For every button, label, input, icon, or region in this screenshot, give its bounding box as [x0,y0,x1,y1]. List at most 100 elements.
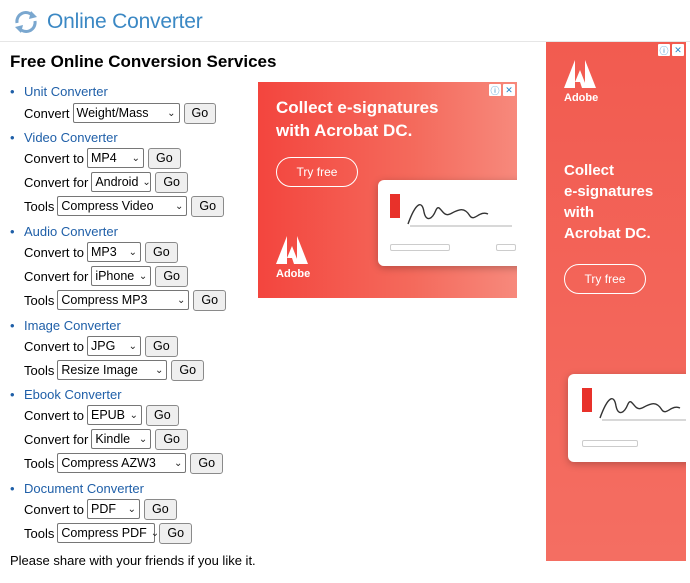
unit-go-button[interactable]: Go [183,102,217,124]
audio-tools-go-button[interactable]: Go [193,289,227,311]
ad-choices[interactable]: ⓘ ✕ [658,44,684,56]
chevron-down-icon: ⌄ [129,409,138,421]
video-format-select[interactable]: MP4 ⌄ [86,148,144,168]
try-free-button[interactable]: Try free [276,157,358,187]
ebook-tools-row: Tools Compress AZW3 ⌄ Go [24,452,224,474]
image-convert-to-row: Convert to JPG ⌄ Go [24,335,178,357]
document-convert-to-row: Convert to PDF ⌄ Go [24,498,177,520]
video-convert-for-row: Convert for Android ⌄ Go [24,171,188,193]
ad-info-icon[interactable]: ⓘ [658,44,670,56]
image-tools-select[interactable]: Resize Image ⌄ [57,360,168,380]
chevron-down-icon: ⌄ [128,340,137,352]
audio-convert-to-row: Convert to MP3 ⌄ Go [24,241,178,263]
row-label: Convert for [24,431,89,447]
row-label: Tools [24,198,55,214]
video-device-go-button[interactable]: Go [155,171,188,193]
refresh-logo-icon[interactable] [12,8,40,36]
document-tools-go-button[interactable]: Go [159,522,193,544]
ebook-device-go-button[interactable]: Go [155,428,188,450]
chevron-down-icon: ⌄ [154,364,164,376]
ebook-convert-to-row: Convert to EPUB ⌄ Go [24,404,179,426]
ad-headline: Collect e-signatures [276,98,439,117]
ad-info-icon[interactable]: ⓘ [489,84,501,96]
bullet: • [10,224,15,239]
ebook-convert-for-row: Convert for Kindle ⌄ Go [24,428,188,450]
adobe-logo-icon [564,60,596,88]
unit-select[interactable]: Weight/Mass ⌄ [72,103,180,123]
chevron-down-icon: ⌄ [173,457,183,469]
bullet: • [10,318,15,333]
document-convert-go-button[interactable]: Go [143,498,177,520]
image-converter-link[interactable]: Image Converter [24,318,121,333]
ebook-converter-link[interactable]: Ebook Converter [24,387,122,402]
row-label: Tools [24,292,55,308]
chevron-down-icon: ⌄ [174,200,184,212]
chevron-down-icon: ⌄ [127,503,136,515]
row-label: Convert to [24,244,84,260]
chevron-down-icon: ⌄ [128,246,137,258]
image-tools-row: Tools Resize Image ⌄ Go [24,359,205,381]
audio-convert-go-button[interactable]: Go [144,241,178,263]
ad-headline: e-signatures [564,183,654,200]
row-label: Convert to [24,338,84,354]
try-free-button[interactable]: Try free [564,264,646,294]
video-tools-go-button[interactable]: Go [191,195,225,217]
unit-converter-link[interactable]: Unit Converter [24,84,108,99]
row-label: Convert [24,105,70,121]
ad-close-icon[interactable]: ✕ [672,44,684,56]
ad-choices[interactable]: ⓘ ✕ [489,84,515,96]
audio-convert-for-row: Convert for iPhone ⌄ Go [24,265,188,287]
acrobat-skyscraper-ad[interactable]: ⓘ ✕ Adobe Collect e-signatures with Acro… [546,42,686,561]
chevron-down-icon: ⌄ [138,433,148,445]
video-device-select[interactable]: Android ⌄ [91,172,152,192]
document-tools-select[interactable]: Compress PDF ⌄ [57,523,159,543]
image-tools-go-button[interactable]: Go [171,359,205,381]
ad-close-icon[interactable]: ✕ [503,84,515,96]
ebook-tools-select[interactable]: Compress AZW3 ⌄ [57,453,187,473]
signature-flag-icon [390,194,400,218]
video-tools-row: Tools Compress Video ⌄ Go [24,195,225,217]
audio-format-select[interactable]: MP3 ⌄ [86,242,141,262]
chevron-down-icon: ⌄ [138,270,148,282]
video-convert-to-row: Convert to MP4 ⌄ Go [24,147,181,169]
document-preview [378,180,517,266]
video-convert-go-button[interactable]: Go [147,147,181,169]
acrobat-banner-ad[interactable]: ⓘ ✕ Collect e-signatures with Acrobat DC… [258,82,517,298]
chevron-down-icon: ⌄ [131,152,140,164]
signature-flag-icon [582,388,592,412]
chevron-down-icon: ⌄ [176,294,186,306]
chevron-down-icon: ⌄ [142,176,151,188]
row-label: Convert for [24,174,89,190]
row-label: Tools [24,525,55,541]
adobe-logo-icon [276,236,308,264]
image-format-select[interactable]: JPG ⌄ [86,336,141,356]
document-converter-link[interactable]: Document Converter [24,481,144,496]
ebook-device-select[interactable]: Kindle ⌄ [91,429,152,449]
site-title[interactable]: Online Converter [47,10,203,34]
ebook-convert-go-button[interactable]: Go [145,404,179,426]
video-converter-link[interactable]: Video Converter [24,130,118,145]
row-label: Tools [24,362,55,378]
signature-icon [407,204,512,227]
bullet: • [10,84,15,99]
site-header: Online Converter [0,0,690,42]
video-tools-select[interactable]: Compress Video ⌄ [57,196,188,216]
audio-tools-select[interactable]: Compress MP3 ⌄ [57,290,190,310]
image-convert-go-button[interactable]: Go [144,335,178,357]
ebook-tools-go-button[interactable]: Go [190,452,224,474]
ad-headline: with [564,204,594,221]
ad-headline: Acrobat DC. [564,225,651,242]
document-format-select[interactable]: PDF ⌄ [86,499,140,519]
document-tools-row: Tools Compress PDF ⌄ Go [24,522,193,544]
bullet: • [10,130,15,145]
ad-headline: Collect [564,162,615,179]
row-label: Convert to [24,501,84,517]
row-label: Convert to [24,150,84,166]
bullet: • [10,481,15,496]
ebook-format-select[interactable]: EPUB ⌄ [86,405,142,425]
row-label: Convert for [24,268,89,284]
document-preview [568,374,686,462]
audio-device-select[interactable]: iPhone ⌄ [91,266,152,286]
audio-converter-link[interactable]: Audio Converter [24,224,118,239]
audio-device-go-button[interactable]: Go [155,265,188,287]
